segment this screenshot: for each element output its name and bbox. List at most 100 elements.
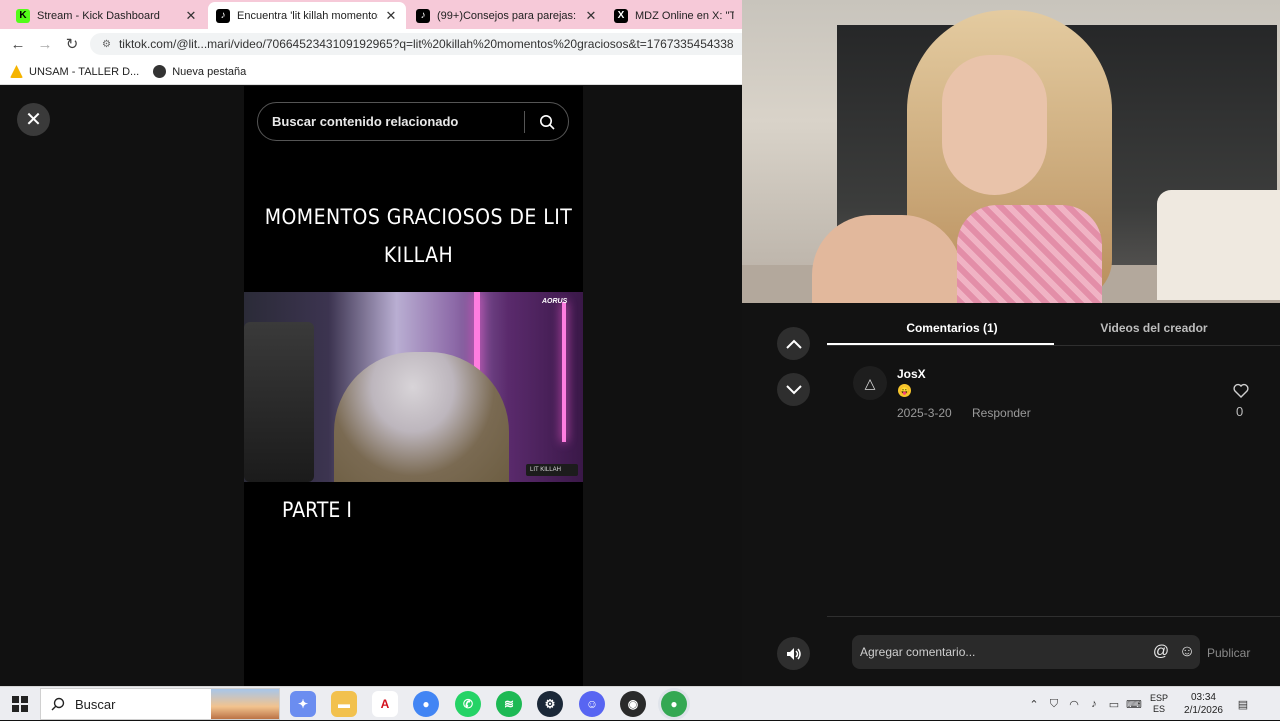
video-frame: AORUS LIT KILLAH (244, 292, 583, 482)
avatar[interactable]: △ (853, 366, 887, 400)
forward-icon[interactable]: → (35, 34, 55, 54)
reply-button[interactable]: Responder (972, 406, 1031, 420)
bookmark-label: UNSAM - TALLER D... (29, 65, 140, 78)
previous-video-button[interactable] (777, 327, 810, 360)
security-icon[interactable]: ⛉ (1044, 698, 1064, 711)
video-viewer: ✕ Buscar contenido relacionado MOMENTOS … (0, 86, 742, 686)
tab-divider (827, 345, 1280, 346)
clock[interactable]: 03:34 2/1/2026 (1184, 691, 1223, 717)
tab-tiktok-consejos[interactable]: ♪ (99+)Consejos para parejas: ¿Qu ✕ (408, 2, 606, 29)
drive-icon (10, 65, 23, 78)
person-top (957, 205, 1102, 303)
bookmark-unsam[interactable]: UNSAM - TALLER D... (10, 65, 139, 78)
bookmarks-bar: UNSAM - TALLER D... Nueva pestaña (0, 59, 742, 85)
browser-tab-bar: K Stream - Kick Dashboard ✕ ♪ Encuentra … (0, 0, 742, 29)
notifications-icon[interactable]: ▤ (1233, 698, 1253, 711)
video-title-overlay: MOMENTOS GRACIOSOS DE LIT KILLAH (261, 198, 575, 274)
channel-tag: LIT KILLAH (526, 464, 578, 476)
system-tray: ⌃ ⛉ ◠ ♪ ▭ ⌨ ESP ES 03:34 2/1/2026 ▤ (1024, 687, 1280, 721)
site-info-icon[interactable]: ⚙ (102, 39, 111, 50)
layout-code: ES (1153, 704, 1166, 714)
publish-button[interactable]: Publicar (1207, 646, 1250, 660)
keyboard-icon[interactable]: ⌨ (1124, 698, 1144, 711)
like-count: 0 (1236, 404, 1244, 419)
sofa (1157, 190, 1280, 300)
comment-emoji: 😛 (898, 384, 911, 397)
person-face (942, 55, 1047, 195)
video-title-line: MOMENTOS GRACIOSOS DE LIT (264, 205, 573, 229)
related-search-bar[interactable]: Buscar contenido relacionado (257, 102, 569, 141)
tab-creator-videos[interactable]: Videos del creador (1054, 321, 1254, 335)
tab-x-mdz[interactable]: X MDZ Online en X: "Tuli A (606, 2, 742, 29)
windows-icon (12, 696, 28, 712)
input-language[interactable]: ESP ES (1150, 693, 1168, 715)
volume-button[interactable] (777, 637, 810, 670)
bookmark-label: Nueva pestaña (172, 65, 247, 78)
search-input[interactable]: Buscar contenido relacionado (258, 114, 524, 129)
file-explorer-app-icon[interactable]: ▬ (331, 691, 357, 717)
close-icon: ✕ (25, 109, 42, 131)
heart-icon[interactable] (1233, 383, 1251, 401)
acrobat-app-icon[interactable]: A (372, 691, 398, 717)
clock-time: 03:34 (1190, 692, 1216, 703)
wifi-icon[interactable]: ◠ (1064, 698, 1084, 711)
emoji-icon[interactable]: ☺ (1174, 639, 1200, 665)
close-tab-icon[interactable]: ✕ (384, 8, 398, 24)
address-bar[interactable]: ⚙ tiktok.com/@lit...mari/video/706645234… (90, 33, 742, 55)
tiktok-favicon-icon: ♪ (216, 8, 230, 23)
close-tab-icon[interactable]: ✕ (184, 8, 198, 24)
taskbar-search-label: Buscar (75, 696, 116, 712)
comment-input[interactable]: Agregar comentario... @ ☺ (852, 635, 1200, 669)
video-player[interactable]: Buscar contenido relacionado MOMENTOS GR… (244, 86, 583, 686)
comments-panel: Comentarios (1) Videos del creador △ Jos… (742, 303, 1280, 686)
close-viewer-button[interactable]: ✕ (17, 103, 50, 136)
part-label: PARTE I (282, 498, 352, 522)
url-text: tiktok.com/@lit...mari/video/70664523431… (118, 37, 734, 51)
steam-app-icon[interactable]: ⚙ (537, 691, 563, 717)
webcam-overlay (742, 0, 1280, 303)
whatsapp-app-icon[interactable]: ✆ (455, 691, 481, 717)
search-icon (51, 697, 65, 711)
kick-favicon-icon: K (16, 8, 30, 23)
gaming-chair (244, 322, 314, 482)
start-button[interactable] (0, 687, 40, 721)
chevron-up-icon[interactable]: ⌃ (1024, 698, 1044, 711)
back-icon[interactable]: ← (8, 34, 28, 54)
mention-icon[interactable]: @ (1148, 639, 1174, 665)
chrome-app-icon[interactable]: ● (413, 691, 439, 717)
chevron-down-icon (785, 384, 802, 394)
obs-app-icon[interactable]: ◉ (620, 691, 646, 717)
clock-date: 2/1/2026 (1184, 705, 1223, 716)
bookmark-nueva-pestana[interactable]: Nueva pestaña (153, 65, 246, 78)
reload-icon[interactable]: ↻ (62, 34, 82, 54)
tiktok-favicon-icon: ♪ (416, 8, 430, 23)
taskbar-search[interactable]: Buscar (40, 688, 280, 720)
streamer (334, 352, 509, 482)
browser-toolbar: ← → ↻ ⚙ tiktok.com/@lit...mari/video/706… (0, 29, 742, 59)
tab-kick-dashboard[interactable]: K Stream - Kick Dashboard ✕ (8, 2, 206, 29)
globe-icon (153, 65, 167, 78)
search-icon[interactable] (525, 102, 568, 141)
comment-username[interactable]: JosX (897, 367, 926, 381)
tab-comments[interactable]: Comentarios (1) (852, 321, 1052, 335)
close-tab-icon[interactable]: ✕ (584, 8, 598, 24)
copilot-app-icon[interactable]: ✦ (290, 691, 316, 717)
spotify-app-icon[interactable]: ≋ (496, 691, 522, 717)
tab-tiktok-search[interactable]: ♪ Encuentra 'lit killah momentos' ✕ (208, 2, 406, 29)
video-title-line: KILLAH (383, 243, 454, 267)
tab-title: Encuentra 'lit killah momentos' (237, 9, 378, 22)
discord-app-icon[interactable]: ☺ (579, 691, 605, 717)
comment-date: 2025-3-20 (897, 406, 952, 420)
next-video-button[interactable] (777, 373, 810, 406)
battery-icon[interactable]: ▭ (1104, 698, 1124, 711)
chrome-profile-app-icon[interactable]: ● (661, 691, 687, 717)
search-highlight-image (211, 689, 279, 719)
x-favicon-icon: X (614, 8, 628, 23)
tab-title: (99+)Consejos para parejas: ¿Qu (437, 9, 578, 22)
person-arm (812, 215, 962, 303)
tab-title: MDZ Online en X: "Tuli A (635, 9, 734, 22)
comment-input-placeholder: Agregar comentario... (860, 645, 976, 659)
volume-icon[interactable]: ♪ (1084, 698, 1104, 710)
composer-divider (827, 616, 1280, 617)
chevron-up-icon (785, 339, 802, 349)
